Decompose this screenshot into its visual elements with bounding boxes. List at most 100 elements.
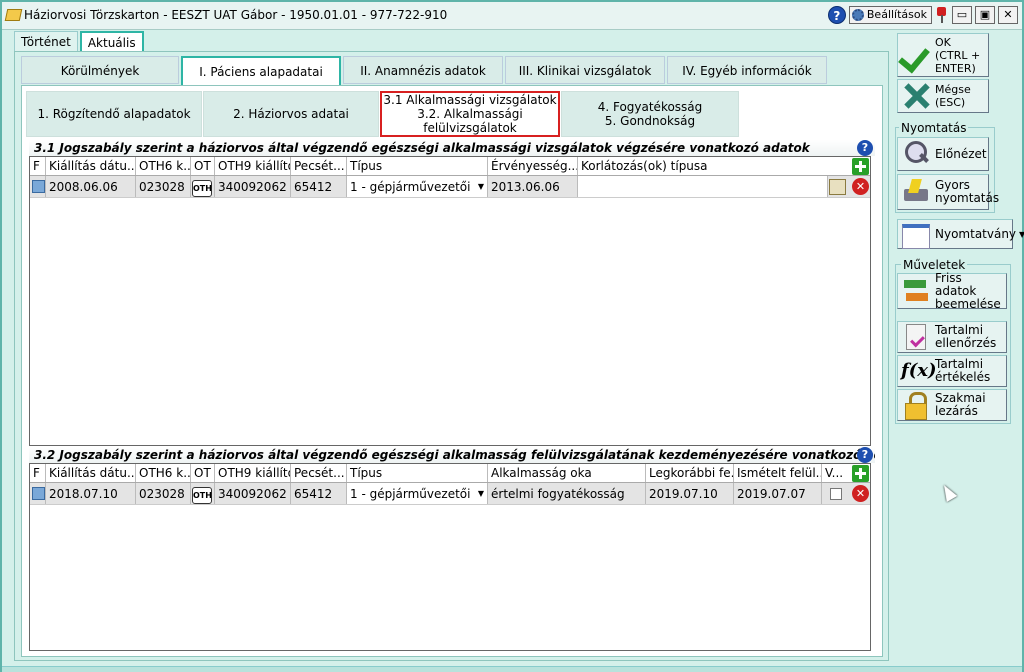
cancel-label: Mégse (ESC) <box>935 83 971 109</box>
col-header[interactable]: Típus <box>347 464 488 482</box>
col-header[interactable]: Ismételt felül... <box>734 464 822 482</box>
form-label: Nyomtatvány <box>935 226 1017 241</box>
help-icon[interactable]: ? <box>857 447 873 463</box>
cancel-x-icon <box>901 81 931 111</box>
section-alkalmassagi-vizsgalatok: 3.1 Jogszabály szerint a háziorvos által… <box>29 140 875 446</box>
grid-felulvizsgalatok: F Kiállítás dátu... OTH6 k... OT OTH9 ki… <box>29 463 871 651</box>
title-bar: Háziorvosi Törzskarton - EESZT UAT Gábor… <box>2 2 1022 30</box>
help-icon[interactable]: ? <box>827 6 846 24</box>
main-window: Háziorvosi Törzskarton - EESZT UAT Gábor… <box>0 0 1024 672</box>
cell-pecset[interactable]: 65412 <box>291 176 347 197</box>
quick-print-button[interactable]: Gyors nyomtatás <box>897 174 999 210</box>
cell-oth9[interactable]: 340092062 <box>215 176 291 197</box>
col-header[interactable]: OTH6 k... <box>136 157 191 175</box>
cell-ismetelt[interactable]: 2019.07.07 <box>734 483 822 504</box>
tab-tortenet[interactable]: Történet <box>14 31 78 51</box>
form-dropdown-button[interactable]: Nyomtatvány ▼ <box>897 219 1024 249</box>
help-icon[interactable]: ? <box>857 140 873 156</box>
restore-icon[interactable]: ▣ <box>975 6 995 24</box>
delete-icon[interactable]: ✕ <box>852 485 869 502</box>
chevron-down-icon: ▼ <box>477 182 484 191</box>
table-row[interactable]: 2018.07.10 023028 OTH 340092062 65412 1 … <box>30 483 870 505</box>
app-icon <box>4 9 23 21</box>
pin-icon[interactable] <box>935 6 949 24</box>
tab-anamnezis[interactable]: II. Anamnézis adatok <box>343 56 503 84</box>
table-row[interactable]: 2008.06.06 023028 OTH 340092062 65412 1 … <box>30 176 870 198</box>
tab-fogyatekossag-gondnoksag[interactable]: 4. Fogyatékosság 5. Gondnokság <box>561 91 739 137</box>
document-icon[interactable] <box>32 180 45 193</box>
cell-tipus-dropdown[interactable]: 1 - gépjárművezetői ▼ <box>347 483 488 504</box>
gear-icon <box>851 9 864 21</box>
tab-paciens-alapadatai[interactable]: I. Páciens alapadatai <box>181 56 341 86</box>
main-area: Történet Aktuális Körülmények I. Páciens… <box>10 31 891 666</box>
cell-pecset[interactable]: 65412 <box>291 483 347 504</box>
row-checkbox[interactable] <box>830 488 842 500</box>
col-header[interactable]: Érvényesség... <box>488 157 578 175</box>
col-header[interactable]: Pecsét... <box>291 464 347 482</box>
close-icon[interactable]: ✕ <box>998 6 1018 24</box>
tab-korulmenyek[interactable]: Körülmények <box>21 56 179 84</box>
magnifier-icon <box>901 139 931 169</box>
col-header[interactable]: Korlátozás(ok) típusa <box>578 157 848 175</box>
grid-header: F Kiállítás dátu... OTH6 k... OT OTH9 ki… <box>30 157 870 176</box>
content-check-label: Tartalmi ellenőrzés <box>935 323 997 350</box>
add-icon[interactable] <box>852 465 869 482</box>
content-eval-button[interactable]: f(x) Tartalmi értékelés <box>897 355 1007 387</box>
tab-rogzitendo-alapadatok[interactable]: 1. Rögzítendő alapadatok <box>26 91 202 137</box>
printer-icon <box>901 177 931 207</box>
minimize-icon[interactable]: ▭ <box>952 6 972 24</box>
cancel-button[interactable]: Mégse (ESC) <box>897 79 989 113</box>
tab-haziorvos-adatai[interactable]: 2. Háziorvos adatai <box>203 91 379 137</box>
cell-oth6[interactable]: 023028 <box>136 483 191 504</box>
cell-oth6[interactable]: 023028 <box>136 176 191 197</box>
col-header[interactable]: OT <box>191 464 215 482</box>
status-strip <box>2 666 1022 672</box>
grid-vizsgalatok: F Kiállítás dátu... OTH6 k... OT OTH9 ki… <box>29 156 871 446</box>
cell-ervenyesseg[interactable]: 2013.06.06 <box>488 176 578 197</box>
outer-panel: Körülmények I. Páciens alapadatai II. An… <box>14 51 889 661</box>
col-header[interactable]: Típus <box>347 157 488 175</box>
ok-button[interactable]: OK (CTRL + ENTER) <box>897 33 989 77</box>
col-header[interactable]: F <box>30 464 46 482</box>
cell-date[interactable]: 2018.07.10 <box>46 483 136 504</box>
tab-aktualis[interactable]: Aktuális <box>79 31 144 52</box>
fresh-data-label: Friss adatok beemelése <box>935 270 1001 311</box>
col-header[interactable]: F <box>30 157 46 175</box>
col-header[interactable]: OTH9 kiállító <box>215 157 291 175</box>
cell-oth9[interactable]: 340092062 <box>215 483 291 504</box>
row-flag <box>30 176 46 197</box>
professional-lock-button[interactable]: Szakmai lezárás <box>897 389 1007 421</box>
tipus-value: 1 - gépjárművezetői <box>350 180 471 194</box>
col-header[interactable]: OTH6 k... <box>136 464 191 482</box>
tab-egyeb-informaciok[interactable]: IV. Egyéb információk <box>667 56 827 84</box>
section-title: 3.2 Jogszabály szerint a háziorvos által… <box>29 447 875 463</box>
col-header[interactable]: Kiállítás dátu... <box>46 464 136 482</box>
fresh-data-button[interactable]: Friss adatok beemelése <box>897 270 1007 311</box>
tab-label-line2: 5. Gondnokság <box>604 114 696 128</box>
cell-ot[interactable]: OTH <box>191 176 215 197</box>
document-icon[interactable] <box>32 487 45 500</box>
col-header[interactable]: Pecsét... <box>291 157 347 175</box>
content-check-button[interactable]: Tartalmi ellenőrzés <box>897 321 1007 353</box>
edit-icon[interactable] <box>829 179 846 195</box>
preview-button[interactable]: Előnézet <box>897 137 989 171</box>
add-icon[interactable] <box>852 158 869 175</box>
settings-button[interactable]: Beállítások <box>848 6 932 24</box>
cell-legkorabbi[interactable]: 2019.07.10 <box>646 483 734 504</box>
cell-alkalmassag-oka[interactable]: értelmi fogyatékosság <box>488 483 646 504</box>
cell-date[interactable]: 2008.06.06 <box>46 176 136 197</box>
col-header[interactable]: Alkalmasság oka <box>488 464 646 482</box>
cell-korlatozas[interactable] <box>578 176 828 197</box>
tab-alkalmassagi-vizsgalatok[interactable]: 3.1 Alkalmassági vizsgálatok 3.2. Alkalm… <box>380 91 560 137</box>
col-header[interactable]: OTH9 kiállító <box>215 464 291 482</box>
col-header[interactable]: Kiállítás dátu... <box>46 157 136 175</box>
col-header[interactable]: Legkorábbi fe... <box>646 464 734 482</box>
col-header[interactable]: OT <box>191 157 215 175</box>
chevron-down-icon: ▼ <box>477 489 484 498</box>
tab-label-line1: 3.1 Alkalmassági vizsgálatok <box>383 93 557 107</box>
delete-icon[interactable]: ✕ <box>852 178 869 195</box>
tab-klinikai-vizsgalatok[interactable]: III. Klinikai vizsgálatok <box>505 56 665 84</box>
cell-tipus-dropdown[interactable]: 1 - gépjárművezetői ▼ <box>347 176 488 197</box>
cell-ot[interactable]: OTH <box>191 483 215 504</box>
col-header[interactable]: V... <box>822 464 848 482</box>
